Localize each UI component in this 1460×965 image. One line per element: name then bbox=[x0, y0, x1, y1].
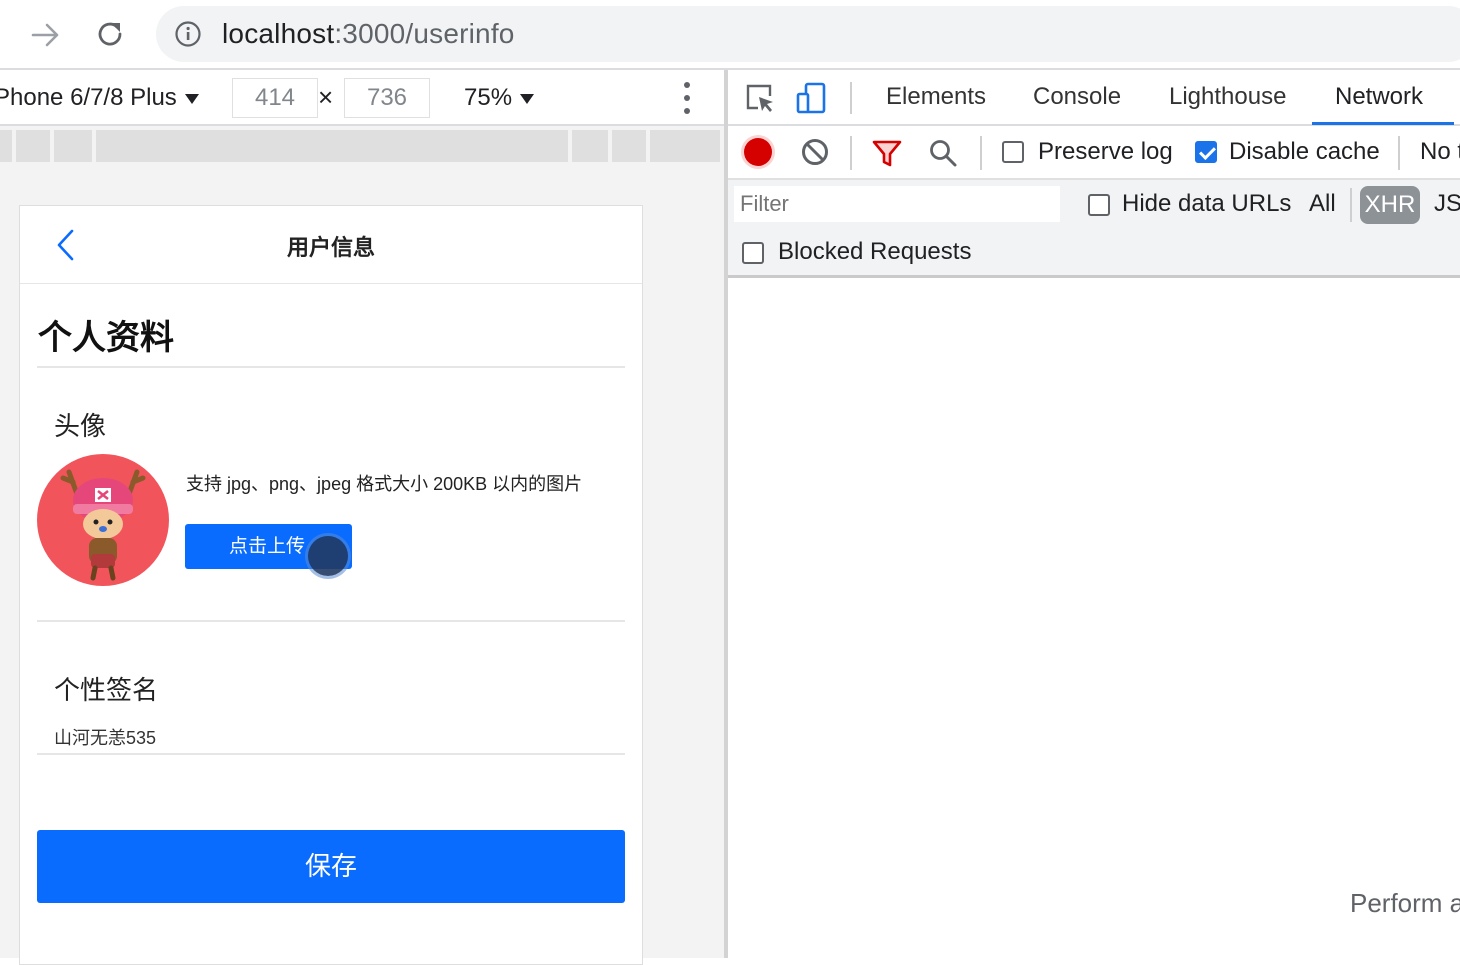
filter-bar: Hide data URLs All XHR JS Blocked Reques… bbox=[728, 180, 1460, 278]
separator bbox=[850, 136, 852, 170]
url-host: localhost bbox=[222, 18, 335, 49]
forward-button[interactable] bbox=[28, 18, 64, 52]
page-title: 用户信息 bbox=[286, 235, 375, 260]
media-query-bar[interactable] bbox=[0, 130, 724, 162]
devtools-panel: Elements Console Lighthouse Network Pres… bbox=[728, 70, 1460, 958]
media-query-segment[interactable] bbox=[96, 130, 568, 162]
blocked-requests-checkbox[interactable] bbox=[742, 242, 764, 264]
tab-lighthouse[interactable]: Lighthouse bbox=[1169, 83, 1286, 111]
more-options-icon[interactable] bbox=[680, 82, 694, 114]
filter-xhr[interactable]: XHR bbox=[1360, 186, 1420, 224]
filter-icon[interactable] bbox=[872, 138, 902, 168]
hide-data-urls-label: Hide data URLs bbox=[1122, 190, 1292, 217]
devtools-tabbar: Elements Console Lighthouse Network bbox=[728, 70, 1460, 126]
device-toggle-icon[interactable] bbox=[796, 82, 828, 114]
avatar-character-icon bbox=[60, 469, 146, 581]
separator bbox=[1350, 188, 1352, 222]
tab-network[interactable]: Network bbox=[1335, 83, 1423, 111]
filter-all[interactable]: All bbox=[1309, 190, 1336, 218]
tab-console[interactable]: Console bbox=[1033, 83, 1121, 111]
browser-toolbar: localhost:3000/userinfo bbox=[0, 0, 1460, 70]
media-query-segment[interactable] bbox=[572, 130, 608, 162]
throttling-select[interactable]: No t bbox=[1420, 138, 1460, 166]
device-toolbar: Phone 6/7/8 Plus 414 × 736 75% bbox=[0, 70, 724, 126]
info-icon[interactable] bbox=[174, 20, 202, 48]
empty-hint: Perform a bbox=[1350, 888, 1460, 918]
phone-viewport: 用户信息 个人资料 头像 支持 jpg、png、jpeg 格式大小 200KB … bbox=[19, 205, 643, 965]
avatar[interactable] bbox=[37, 454, 169, 586]
separator bbox=[1398, 136, 1400, 170]
preserve-log-label: Preserve log bbox=[1038, 138, 1173, 165]
active-tab-indicator bbox=[1312, 122, 1454, 125]
height-input[interactable]: 736 bbox=[344, 78, 430, 118]
touch-cursor bbox=[308, 536, 348, 576]
upload-hint: 支持 jpg、png、jpeg 格式大小 200KB 以内的图片 bbox=[186, 474, 583, 494]
zoom-value: 75% bbox=[464, 84, 513, 111]
tab-elements[interactable]: Elements bbox=[886, 83, 986, 111]
divider bbox=[37, 366, 625, 368]
divider bbox=[37, 620, 625, 622]
blocked-requests-label: Blocked Requests bbox=[778, 238, 972, 265]
arrow-right-icon bbox=[31, 23, 59, 47]
reload-button[interactable] bbox=[92, 16, 128, 52]
save-button[interactable]: 保存 bbox=[37, 830, 625, 903]
url-text: localhost:3000/userinfo bbox=[222, 18, 515, 50]
media-query-segment[interactable] bbox=[16, 130, 50, 162]
width-input[interactable]: 414 bbox=[232, 78, 318, 118]
signature-label: 个性签名 bbox=[54, 675, 159, 705]
clear-icon[interactable] bbox=[800, 137, 830, 167]
filter-js[interactable]: JS bbox=[1434, 190, 1460, 218]
url-path: :3000/userinfo bbox=[334, 18, 515, 49]
filter-input[interactable] bbox=[734, 186, 1060, 222]
address-bar[interactable]: localhost:3000/userinfo bbox=[156, 6, 1460, 62]
page-header: 用户信息 bbox=[20, 206, 642, 284]
search-icon[interactable] bbox=[928, 138, 958, 168]
caret-down-icon bbox=[520, 93, 535, 104]
device-name: Phone 6/7/8 Plus bbox=[0, 84, 177, 111]
separator bbox=[850, 82, 852, 114]
media-query-segment[interactable] bbox=[650, 130, 720, 162]
preserve-log-checkbox[interactable] bbox=[1002, 141, 1024, 163]
device-emulation-pane: Phone 6/7/8 Plus 414 × 736 75% 用户信息 个人资料… bbox=[0, 70, 724, 965]
media-query-segment[interactable] bbox=[0, 130, 12, 162]
section-title: 个人资料 bbox=[38, 319, 174, 357]
caret-down-icon bbox=[184, 93, 199, 104]
device-select[interactable]: Phone 6/7/8 Plus bbox=[0, 84, 199, 112]
network-toolbar: Preserve log Disable cache No t bbox=[728, 126, 1460, 180]
inspect-element-icon[interactable] bbox=[744, 82, 776, 114]
hide-data-urls-checkbox[interactable] bbox=[1088, 194, 1110, 216]
times-icon: × bbox=[318, 82, 334, 112]
reload-icon bbox=[98, 22, 122, 46]
media-query-segment[interactable] bbox=[612, 130, 646, 162]
disable-cache-checkbox[interactable] bbox=[1195, 141, 1217, 163]
media-query-segment[interactable] bbox=[54, 130, 92, 162]
disable-cache-label: Disable cache bbox=[1229, 138, 1380, 165]
avatar-label: 头像 bbox=[54, 411, 107, 441]
signature-input[interactable]: 山河无恙535 bbox=[54, 724, 614, 754]
divider bbox=[37, 753, 625, 755]
separator bbox=[980, 136, 982, 170]
zoom-select[interactable]: 75% bbox=[464, 84, 535, 112]
record-icon[interactable] bbox=[744, 138, 772, 166]
